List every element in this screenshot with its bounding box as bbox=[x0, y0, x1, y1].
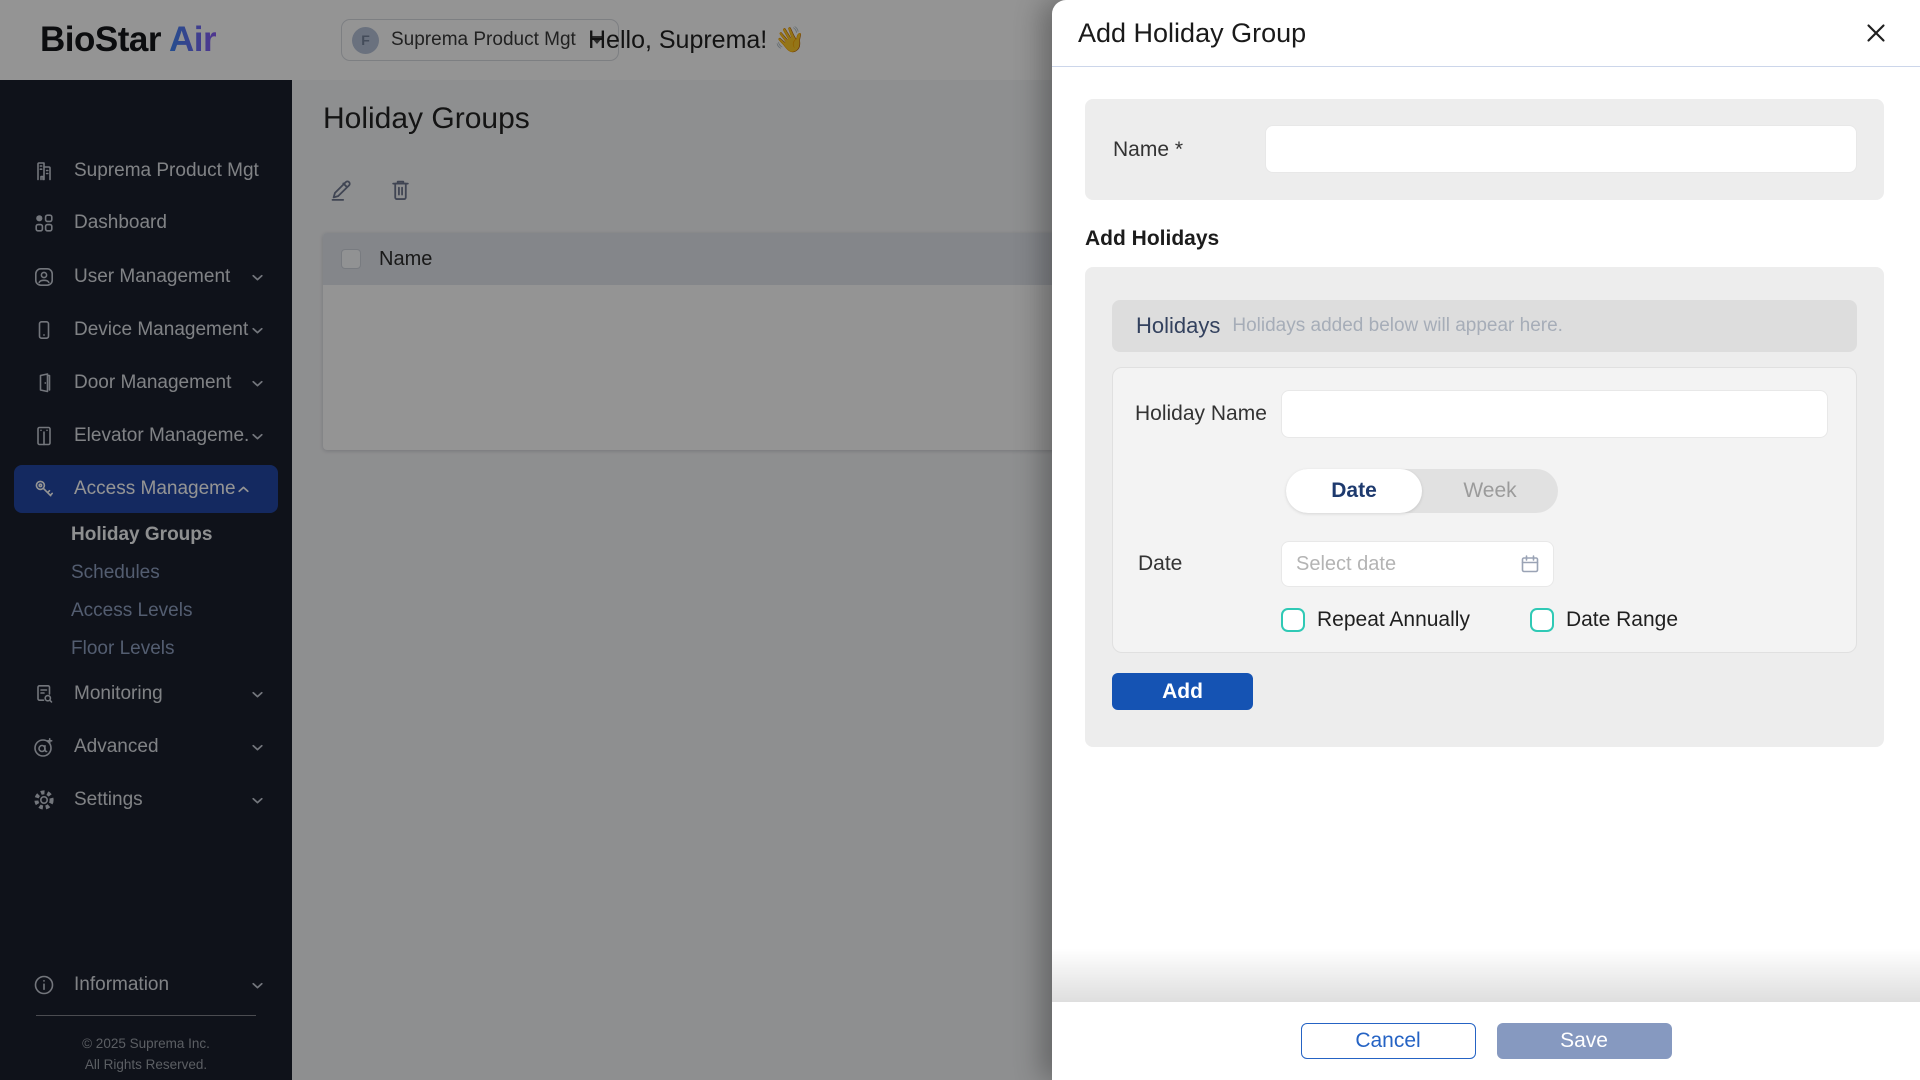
name-input[interactable] bbox=[1265, 125, 1857, 173]
date-range-label: Date Range bbox=[1566, 608, 1678, 632]
save-button[interactable]: Save bbox=[1497, 1023, 1672, 1059]
date-input[interactable] bbox=[1281, 541, 1554, 587]
checkbox-row: Repeat Annually Date Range bbox=[1281, 607, 1678, 633]
date-picker bbox=[1281, 541, 1554, 587]
drawer-title: Add Holiday Group bbox=[1078, 0, 1306, 66]
name-label: Name * bbox=[1113, 99, 1183, 200]
toggle-option-week[interactable]: Week bbox=[1422, 469, 1558, 513]
add-holiday-group-drawer: Add Holiday Group Name * Add Holidays Ho… bbox=[1052, 0, 1920, 1080]
date-range-checkbox[interactable] bbox=[1530, 608, 1554, 632]
add-holiday-button[interactable]: Add bbox=[1112, 673, 1253, 710]
holiday-entry-panel: Holiday Name Date Week Date Repeat Annua… bbox=[1112, 367, 1857, 653]
close-button[interactable] bbox=[1860, 17, 1892, 49]
repeat-annually-label: Repeat Annually bbox=[1317, 608, 1470, 632]
date-week-toggle: Date Week bbox=[1286, 469, 1558, 513]
cancel-button[interactable]: Cancel bbox=[1301, 1023, 1476, 1059]
holidays-title: Holidays bbox=[1136, 313, 1220, 339]
holidays-list-placeholder: Holidays Holidays added below will appea… bbox=[1112, 300, 1857, 352]
drawer-footer: Cancel Save bbox=[1052, 1002, 1920, 1080]
holiday-name-label: Holiday Name bbox=[1135, 390, 1267, 438]
toggle-option-date[interactable]: Date bbox=[1286, 469, 1422, 513]
add-holidays-section: Holidays Holidays added below will appea… bbox=[1085, 267, 1884, 747]
drawer-body: Name * Add Holidays Holidays Holidays ad… bbox=[1052, 67, 1920, 1002]
holidays-hint: Holidays added below will appear here. bbox=[1232, 315, 1563, 337]
holiday-name-input[interactable] bbox=[1281, 390, 1828, 438]
repeat-annually-checkbox[interactable] bbox=[1281, 608, 1305, 632]
drawer-header: Add Holiday Group bbox=[1052, 0, 1920, 67]
add-holidays-label: Add Holidays bbox=[1085, 227, 1219, 251]
close-icon bbox=[1861, 18, 1891, 48]
name-section: Name * bbox=[1085, 99, 1884, 200]
date-label: Date bbox=[1138, 541, 1182, 587]
